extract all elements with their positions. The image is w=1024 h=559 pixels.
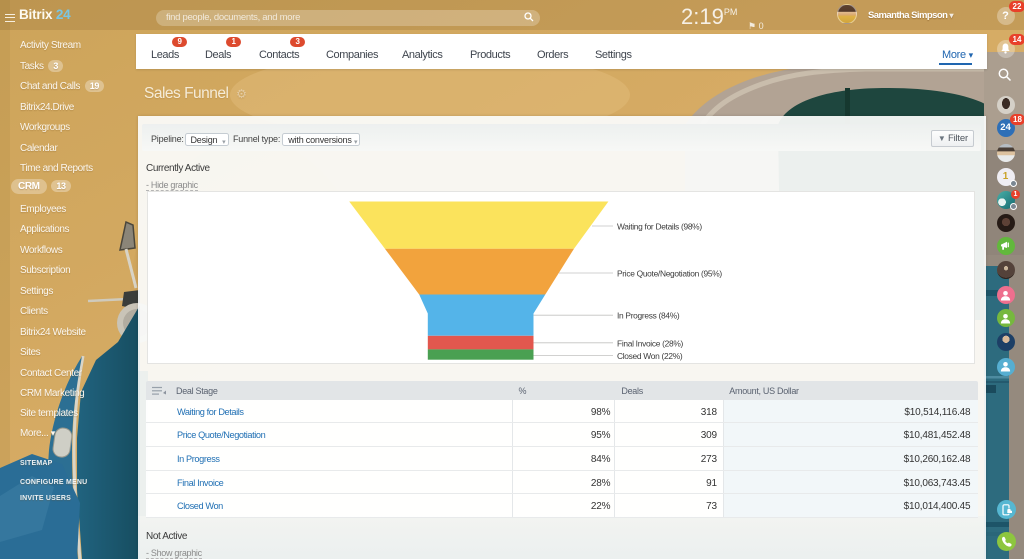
svg-text:Final Invoice (28%): Final Invoice (28%)	[617, 338, 683, 348]
svg-text:Closed Won (22%): Closed Won (22%)	[617, 351, 683, 361]
svg-text:In Progress (84%): In Progress (84%)	[617, 311, 680, 321]
svg-text:Waiting for Details (98%): Waiting for Details (98%)	[617, 222, 702, 232]
svg-text:Price Quote/Negotiation (95%): Price Quote/Negotiation (95%)	[617, 269, 722, 279]
